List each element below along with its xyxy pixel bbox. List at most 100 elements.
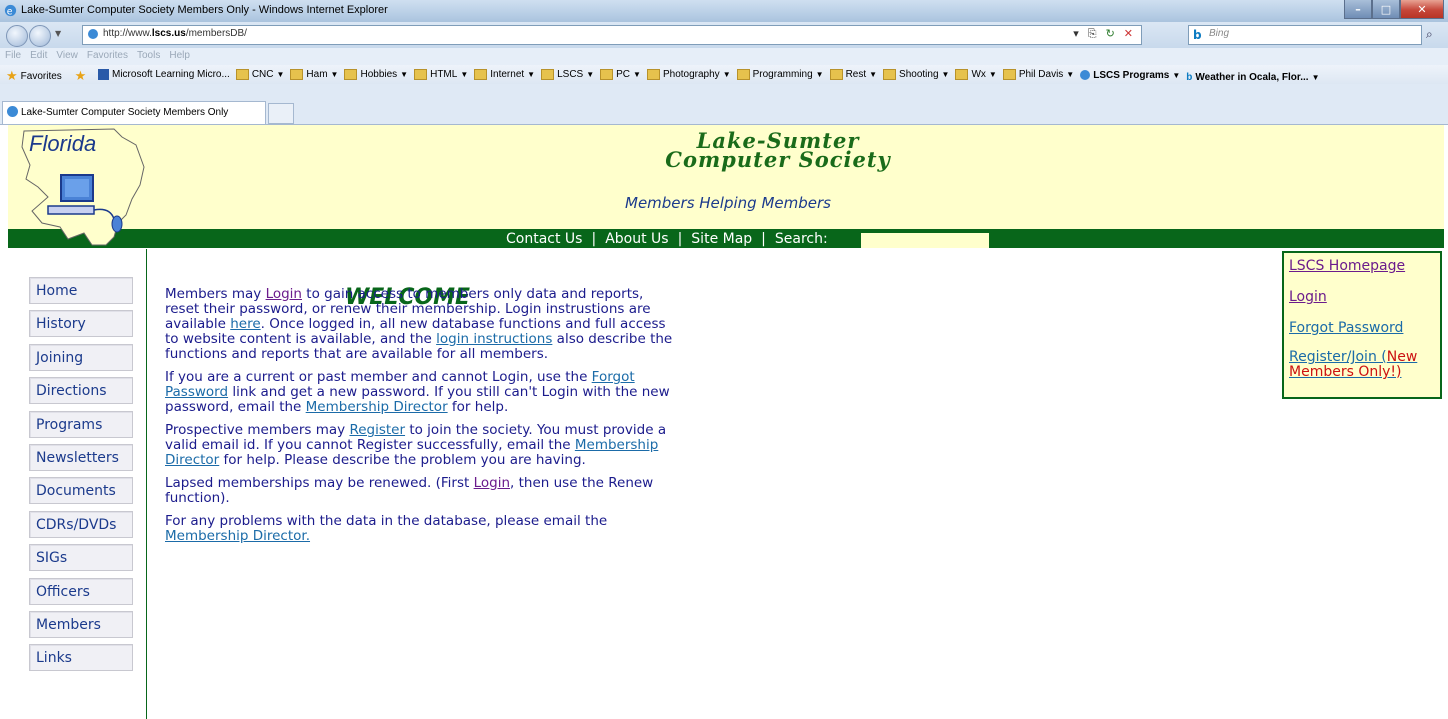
register-join-link[interactable]: Register/Join (New Members Only!) (1289, 350, 1437, 380)
sidebar-item-history[interactable]: History (29, 310, 133, 338)
chevron-down-icon: ▼ (722, 70, 731, 79)
sidebar-item-documents[interactable]: Documents (29, 477, 133, 505)
sidebar-item-sigs[interactable]: SIGs (29, 544, 133, 572)
address-dropdown-icon[interactable]: ▾ (1073, 27, 1079, 41)
membership-director-link[interactable]: Membership Director (306, 399, 448, 415)
chevron-down-icon: ▼ (586, 70, 595, 79)
site-header: Florida Lake-Sumter Computer Society Mem… (8, 125, 1444, 246)
add-favorite-button[interactable]: ★ (75, 67, 90, 85)
search-box[interactable]: b Bing (1188, 25, 1422, 45)
favorites-item[interactable]: Programming ▼ (736, 65, 824, 84)
login-link[interactable]: Login (266, 286, 302, 302)
top-navigation: Contact Us | About Us | Site Map | Search: (8, 229, 1444, 248)
compatibility-view-icon[interactable]: ⎘ (1088, 27, 1097, 41)
login-link[interactable]: Login (1289, 289, 1327, 305)
menu-view[interactable]: View (56, 50, 78, 61)
favorites-item-label: Rest (845, 69, 867, 80)
lscs-homepage-link[interactable]: LSCS Homepage (1289, 258, 1405, 274)
address-bar[interactable]: http://www.lscs.us/membersDB/ ▾ ⎘ ↻ ✕ (82, 25, 1142, 45)
folder-icon (344, 69, 358, 80)
login-link[interactable]: Login (474, 475, 510, 491)
favorites-item-label: Weather in Ocala, Flor... (1195, 72, 1309, 83)
new-tab-button[interactable] (268, 103, 294, 124)
sidebar-item-officers[interactable]: Officers (29, 577, 133, 605)
chevron-down-icon: ▼ (633, 70, 641, 79)
stop-icon[interactable]: ✕ (1124, 27, 1133, 41)
sidebar-item-directions[interactable]: Directions (29, 377, 133, 405)
main-content: Members may Login to gain access to memb… (165, 287, 675, 552)
favorites-item[interactable]: LSCS ▼ (541, 65, 594, 84)
folder-icon (474, 69, 488, 80)
favorites-item[interactable]: Phil Davis ▼ (1002, 65, 1074, 84)
sidebar-item-cdrs-dvds[interactable]: CDRs/DVDs (29, 510, 133, 538)
folder-icon (883, 69, 897, 80)
window-titlebar: e Lake-Sumter Computer Society Members O… (0, 0, 1448, 22)
sidebar-item-label: Home (36, 283, 78, 299)
favorites-item-label: Internet (490, 69, 525, 80)
sidebar-item-label: Members (36, 617, 101, 633)
sidebar-item-joining[interactable]: Joining (29, 343, 133, 371)
site-map-link[interactable]: Site Map (691, 231, 752, 247)
chevron-down-icon: ▼ (330, 70, 339, 79)
folder-icon (829, 69, 843, 80)
site-search-input[interactable] (861, 233, 989, 248)
sidebar-item-home[interactable]: Home (29, 277, 133, 304)
favorites-item[interactable]: HTML ▼ (414, 65, 468, 84)
menu-edit[interactable]: Edit (30, 50, 47, 61)
nav-separator: | (591, 231, 597, 247)
favorites-item[interactable]: Microsoft Learning Micro... (98, 65, 230, 84)
favorites-item[interactable]: LSCS Programs ▼ (1080, 66, 1180, 85)
history-dropdown-icon[interactable]: ▼ (55, 29, 61, 38)
menu-tools[interactable]: Tools (137, 50, 160, 61)
favorites-item[interactable]: Wx ▼ (955, 65, 997, 84)
forgot-password-link[interactable]: Forgot Password (1289, 320, 1403, 336)
sidebar-item-members[interactable]: Members (29, 611, 133, 638)
address-url[interactable]: http://www.lscs.us/membersDB/ (103, 28, 247, 39)
tab-bar: Lake-Sumter Computer Society Members Onl… (0, 84, 1448, 125)
menu-file[interactable]: File (5, 50, 21, 61)
contact-us-link[interactable]: Contact Us (506, 231, 582, 247)
membership-director-link[interactable]: Membership Director. (165, 528, 310, 544)
favorites-item[interactable]: Rest ▼ (829, 65, 877, 84)
favorites-item-label: Programming (752, 69, 813, 80)
favorites-button[interactable]: ★ Favorites (6, 67, 62, 85)
problems-paragraph: For any problems with the data in the da… (165, 513, 608, 544)
address-actions: ▾ ⎘ ↻ ✕ (1073, 27, 1133, 41)
folder-icon (541, 69, 555, 80)
sidebar-item-newsletters[interactable]: Newsletters (29, 444, 133, 471)
sidebar-item-programs[interactable]: Programs (29, 410, 133, 438)
sidebar-item-links[interactable]: Links (29, 644, 133, 672)
minimize-button[interactable]: – (1344, 0, 1372, 19)
favorites-item-label: PC (616, 69, 631, 80)
favorites-item[interactable]: Internet ▼ (474, 65, 535, 84)
favorites-item[interactable]: Ham ▼ (290, 65, 338, 84)
favorites-item[interactable]: CNC ▼ (235, 65, 285, 84)
site-title-line2: Computer Society (665, 147, 891, 172)
tab-active[interactable]: Lake-Sumter Computer Society Members Onl… (2, 101, 266, 124)
forgot-paragraph: If you are a current or past member and … (165, 369, 670, 415)
favorites-item[interactable]: Photography ▼ (646, 65, 731, 84)
favorites-item-label: Shooting (899, 69, 939, 80)
renew-paragraph: Lapsed memberships may be renewed. (Firs… (165, 475, 654, 506)
back-button[interactable] (6, 25, 28, 47)
favorites-item[interactable]: Shooting ▼ (883, 65, 949, 84)
about-us-link[interactable]: About Us (605, 231, 668, 247)
close-window-button[interactable]: ✕ (1400, 0, 1444, 19)
chevron-down-icon: ▼ (276, 70, 285, 79)
forward-button[interactable] (29, 25, 51, 47)
search-go-icon[interactable]: ⌕ (1426, 27, 1433, 42)
menu-help[interactable]: Help (169, 50, 190, 61)
login-instructions-link[interactable]: login instructions (436, 331, 552, 347)
menu-bar: File Edit View Favorites Tools Help (0, 48, 1448, 65)
register-paragraph: Prospective members may Register to join… (165, 422, 667, 468)
refresh-icon[interactable]: ↻ (1106, 27, 1115, 41)
register-link[interactable]: Register (349, 422, 405, 438)
menu-favorites[interactable]: Favorites (87, 50, 128, 61)
maximize-button[interactable]: □ (1372, 0, 1400, 19)
favorites-item[interactable]: b Weather in Ocala, Flor... ▼ (1186, 68, 1319, 84)
favorites-item[interactable]: Hobbies ▼ (344, 65, 408, 84)
favorites-item[interactable]: PC ▼ (600, 65, 641, 84)
here-link[interactable]: here (230, 316, 260, 332)
sidebar-item-label: Joining (36, 349, 84, 366)
folder-icon (1002, 69, 1016, 80)
